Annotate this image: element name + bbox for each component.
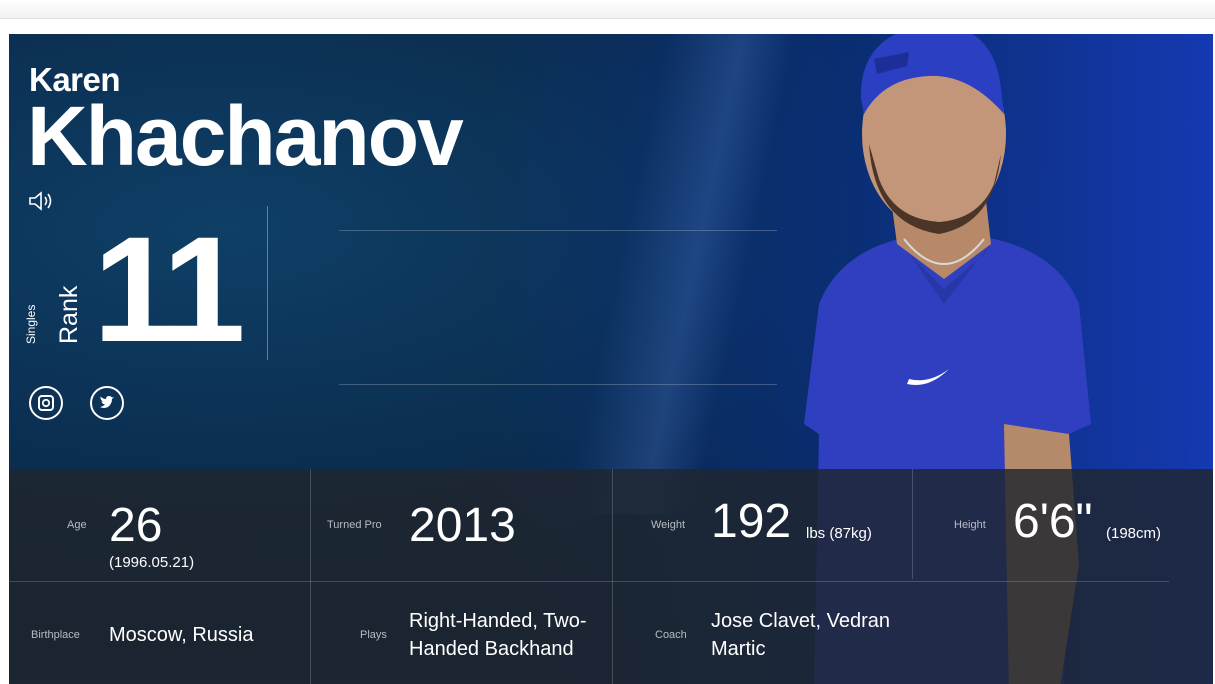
twitter-icon: [100, 396, 114, 408]
singles-label: Singles: [24, 305, 38, 344]
height-label: Height: [954, 519, 986, 531]
age-value: 26: [109, 499, 163, 552]
rank-divider: [267, 206, 268, 360]
weight-unit: lbs (87kg): [806, 525, 872, 542]
plays-value-line1: Right-Handed, Two-: [409, 610, 587, 632]
stats-row-divider: [9, 581, 1169, 582]
weight-value: 192: [711, 495, 792, 548]
instagram-icon: [38, 395, 54, 411]
height-value: 6'6": [1013, 495, 1093, 548]
plays-label: Plays: [360, 629, 387, 641]
coach-value-line1: Jose Clavet, Vedran: [711, 610, 890, 632]
player-last-name: Khachanov: [27, 89, 464, 183]
weight-label: Weight: [651, 519, 686, 531]
speaker-icon[interactable]: [27, 189, 57, 213]
age-label: Age: [67, 519, 87, 531]
plays-value-line2: Handed Backhand: [409, 638, 574, 660]
birthdate-value: (1996.05.21): [109, 554, 195, 571]
divider-line-bottom: [339, 384, 777, 385]
coach-label: Coach: [655, 629, 687, 641]
stats-divider-2: [612, 469, 613, 684]
twitter-button[interactable]: [90, 386, 124, 420]
rank-number: 11: [93, 205, 246, 373]
height-unit: (198cm): [1106, 525, 1162, 542]
turned-pro-value: 2013: [409, 499, 516, 552]
browser-top-bar: [0, 0, 1215, 19]
instagram-button[interactable]: [29, 386, 63, 420]
birthplace-label: Birthplace: [31, 629, 80, 641]
turned-pro-label: Turned Pro: [327, 519, 382, 531]
stats-divider-1: [310, 469, 311, 684]
player-hero-panel: Karen Khachanov Singles Rank 11 Age 26 (…: [9, 34, 1213, 684]
rank-label: Rank: [55, 285, 83, 344]
player-stats-panel: Age 26 (1996.05.21) Turned Pro 2013 Weig…: [9, 469, 1213, 684]
birthplace-value: Moscow, Russia: [109, 624, 254, 646]
coach-value-line2: Martic: [711, 638, 766, 660]
rank-labels: Singles Rank: [24, 285, 83, 344]
stats-divider-3: [912, 469, 913, 579]
divider-line-top: [339, 230, 777, 231]
